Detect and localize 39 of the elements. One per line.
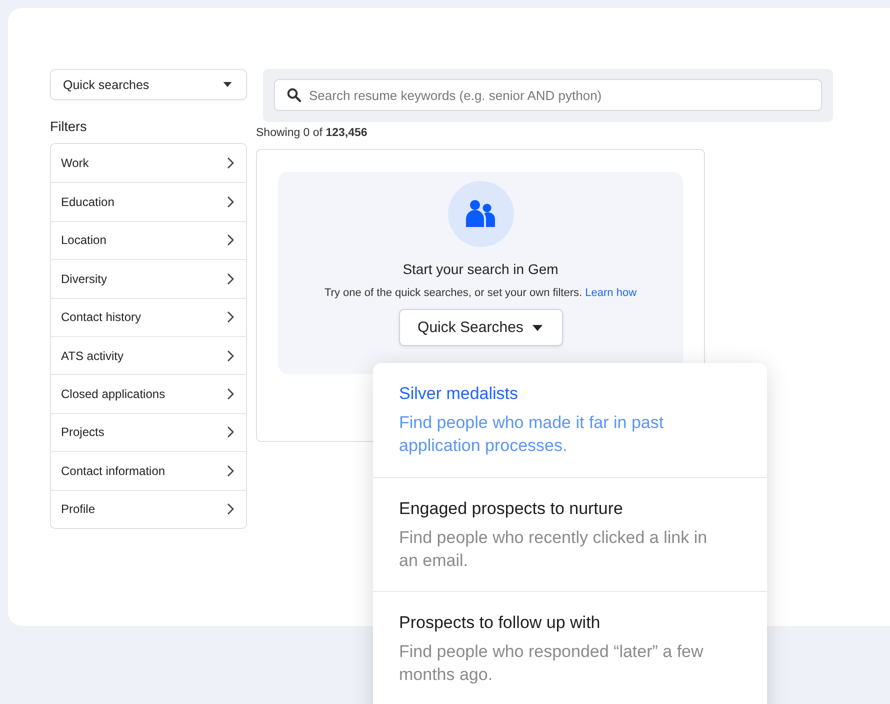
filters-heading: Filters <box>50 119 88 134</box>
chevron-right-icon <box>227 503 234 516</box>
filter-item[interactable]: Closed applications <box>51 374 246 413</box>
caret-icon <box>223 82 232 87</box>
empty-state-text: Try one of the quick searches, or set your own filters. Learn how <box>324 287 637 299</box>
results-count: Showing 0 of 123,456 <box>256 127 368 139</box>
menu-item-title: Prospects to follow up with <box>399 613 602 633</box>
quick-searches-button[interactable]: Quick Searches <box>398 309 562 346</box>
caret-icon <box>532 324 544 330</box>
chevron-right-icon <box>227 196 234 208</box>
chevron-right-icon <box>227 464 234 477</box>
chevron-right-icon <box>227 234 234 246</box>
filter-item[interactable]: Work <box>51 144 246 182</box>
menu-item[interactable]: Prospects to follow up with Find people who responded “later” a few months ago. <box>373 591 767 704</box>
menu-item-description: Find people who made it far in past application processes. <box>399 412 665 457</box>
chevron-right-icon <box>227 311 234 324</box>
filter-item[interactable]: Education <box>51 182 246 221</box>
menu-item[interactable]: Silver medalists Find people who made it far in past application processes. <box>373 363 767 477</box>
menu-item-description: Find people who responded “later” a few months ago. <box>399 641 704 686</box>
quick-searches-dropdown[interactable]: Quick searches <box>50 69 247 100</box>
filter-item[interactable]: Contact information <box>51 451 246 490</box>
empty-state-title: Start your search in Gem <box>402 261 558 277</box>
menu-item-title: Silver medalists <box>399 384 520 404</box>
search-field[interactable]: Search resume keywords (e.g. senior AND python) <box>274 79 822 111</box>
filter-item[interactable]: Location <box>51 220 246 260</box>
filter-item[interactable]: ATS activity <box>51 336 246 374</box>
menu-item-title: Engaged prospects to nurture <box>399 499 624 519</box>
chevron-right-icon <box>227 157 234 170</box>
learn-how-link[interactable]: Learn how <box>585 287 637 299</box>
chevron-right-icon <box>227 350 234 362</box>
chevron-right-icon <box>227 388 234 400</box>
chevron-right-icon <box>227 426 234 438</box>
chevron-right-icon <box>227 272 234 285</box>
filter-item[interactable]: Diversity <box>51 259 246 298</box>
filter-item[interactable]: Contact history <box>51 298 246 336</box>
menu-item[interactable]: Engaged prospects to nurture Find people who recently clicked a link in an email. <box>373 477 767 591</box>
filter-item[interactable]: Projects <box>51 412 246 452</box>
menu-item-description: Find people who recently clicked a link in an email. <box>399 527 708 572</box>
filter-item[interactable]: Profile <box>51 490 246 528</box>
